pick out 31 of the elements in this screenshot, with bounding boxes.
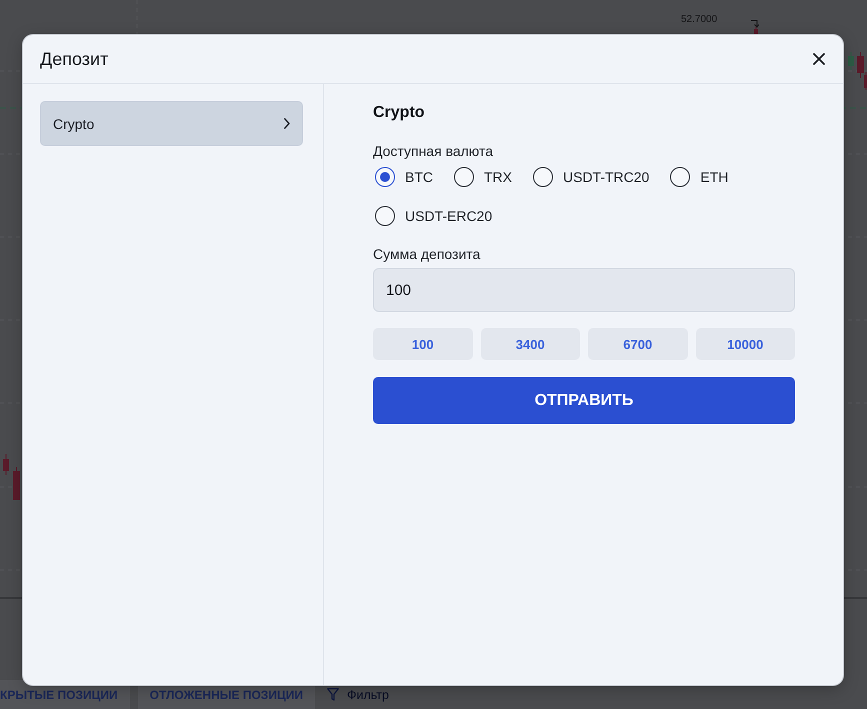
preset-amount-button[interactable]: 3400: [480, 328, 580, 360]
payment-method-label: Crypto: [53, 116, 94, 132]
filter-icon: [326, 688, 339, 701]
amount-field[interactable]: 100: [373, 268, 795, 312]
preset-amount-button[interactable]: 6700: [588, 328, 688, 360]
currency-option-label: TRX: [484, 169, 512, 185]
amount-label: Сумма депозита: [373, 245, 482, 264]
price-marker-icon: [751, 20, 759, 28]
preset-amount-button[interactable]: 100: [373, 328, 472, 360]
price-label: 52.7000: [681, 14, 718, 26]
currency-option-label: USDT-TRC20: [563, 169, 650, 185]
submit-button[interactable]: ОТПРАВИТЬ: [373, 377, 795, 424]
candle: [3, 454, 9, 475]
currency-radio[interactable]: ETH: [668, 167, 728, 187]
currency-radio[interactable]: BTC: [373, 167, 433, 187]
preset-amount-button[interactable]: 10000: [696, 328, 795, 360]
close-icon: [813, 53, 825, 65]
currency-option-label: BTC: [405, 169, 433, 185]
chevron-right-icon: [284, 118, 290, 129]
currency-radio[interactable]: TRX: [452, 167, 512, 187]
candle: [13, 467, 20, 500]
currency-radio[interactable]: USDT-ERC20: [373, 206, 492, 226]
currency-option-label: ETH: [700, 169, 728, 185]
candle: [848, 52, 854, 70]
filter-label: Фильтр: [346, 688, 389, 702]
payment-method-item[interactable]: Crypto: [40, 101, 303, 146]
dialog-title: Депозит: [40, 48, 108, 70]
currency-option-label: USDT-ERC20: [405, 208, 492, 224]
section-title: Crypto: [373, 103, 426, 123]
currency-label: Доступная валюта: [373, 142, 494, 161]
currency-radio[interactable]: USDT-TRC20: [531, 167, 650, 187]
